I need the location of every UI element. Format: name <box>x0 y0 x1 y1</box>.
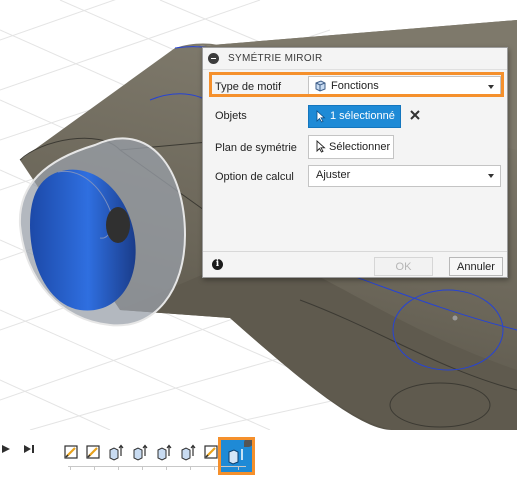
timeline-extrude-icon[interactable] <box>155 444 172 461</box>
skip-to-end-icon[interactable] <box>22 442 36 456</box>
timeline-tick <box>94 466 95 470</box>
dialog-footer: i OK Annuler <box>203 251 507 278</box>
timeline-sketch-icon[interactable] <box>63 444 80 461</box>
timeline-tick <box>118 466 119 470</box>
timeline-tick <box>142 466 143 470</box>
timeline-extrude-icon[interactable] <box>179 444 196 461</box>
ok-button[interactable]: OK <box>374 257 433 276</box>
mirror-plane-select-button[interactable]: Sélectionner <box>308 135 394 159</box>
objects-label: Objets <box>215 110 247 122</box>
timeline-highlight <box>218 437 255 475</box>
dialog-title: SYMÉTRIE MIROIR <box>228 53 323 64</box>
cursor-arrow-icon <box>316 110 326 123</box>
timeline-sketch-icon[interactable] <box>85 444 102 461</box>
cursor-arrow-icon <box>316 140 326 153</box>
mirror-plane-label: Plan de symétrie <box>215 142 297 154</box>
compute-option-select[interactable]: Ajuster <box>308 165 501 187</box>
timeline-extrude-icon[interactable] <box>131 444 148 461</box>
timeline-tick <box>70 466 71 470</box>
objects-selection-value: 1 sélectionné <box>330 110 395 122</box>
pattern-type-highlight <box>209 72 504 97</box>
timeline-tick <box>166 466 167 470</box>
chevron-down-icon <box>488 174 494 178</box>
play-icon[interactable] <box>0 442 14 456</box>
timeline-tick <box>190 466 191 470</box>
clear-selection-icon[interactable] <box>408 108 422 122</box>
cancel-button[interactable]: Annuler <box>449 257 503 276</box>
mirror-plane-value: Sélectionner <box>329 141 391 153</box>
dialog-header[interactable]: SYMÉTRIE MIROIR <box>203 48 507 70</box>
timeline-extrude-icon[interactable] <box>107 444 124 461</box>
objects-selection-button[interactable]: 1 sélectionné <box>308 105 401 128</box>
timeline-tick <box>214 466 215 470</box>
collapse-icon[interactable] <box>208 53 219 64</box>
info-icon[interactable]: i <box>212 259 223 270</box>
compute-option-label: Option de calcul <box>215 171 294 183</box>
compute-option-value: Ajuster <box>316 169 351 181</box>
